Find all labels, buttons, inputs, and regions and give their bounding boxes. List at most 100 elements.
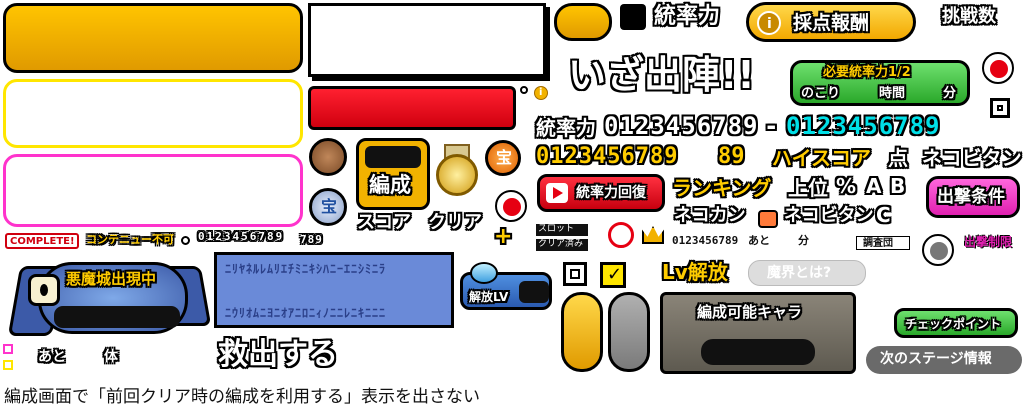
sortie-condition-button[interactable]: 出撃条件	[926, 176, 1020, 218]
points-label: 点	[888, 146, 908, 170]
red-dot-icon-1	[495, 190, 527, 222]
gold-pill-button[interactable]	[554, 3, 612, 41]
red-panel	[308, 86, 516, 130]
ranking-label: ランキング	[672, 176, 772, 200]
what-is-demon-world-button[interactable]: 魔界とは?	[748, 260, 866, 286]
yellow-border-panel	[3, 79, 303, 148]
small-digit-strip: 0123456789	[198, 230, 285, 243]
required-power-label: 必要統率力1/2	[823, 65, 911, 80]
clear-label: クリア	[428, 212, 482, 233]
percent-label: %	[836, 174, 857, 198]
score-label: スコア	[357, 212, 411, 233]
digits-789: 789	[300, 233, 323, 246]
body-unit-label: 体	[104, 349, 118, 365]
sortie-condition-label: 出撃条件	[937, 187, 1005, 207]
command-power-recovery-button[interactable]: 統率力回復	[537, 174, 665, 212]
command-power-label-2: 統率力	[536, 116, 596, 140]
digits-yellow-89: 89	[718, 144, 745, 169]
remaining-body-label: あと	[38, 349, 66, 365]
remaining-short-label: あと	[748, 234, 770, 247]
formable-chara-label: 編成可能キャラ	[697, 303, 803, 321]
top-label: 上位	[788, 176, 828, 200]
dash: -	[764, 112, 779, 140]
digits-cyan: 0123456789	[786, 112, 941, 140]
small-white-dot	[181, 236, 190, 245]
command-power-title: 統率力	[654, 4, 721, 29]
info-icon: i	[757, 11, 781, 35]
complete-badge: COMPLETE!	[5, 233, 79, 249]
checkbox-empty[interactable]	[563, 262, 587, 286]
info-icon-tiny: i	[534, 86, 548, 100]
neko-vitan-label: ネコビタン	[922, 146, 1022, 170]
neko-vitan-label-2: ネコビタン	[784, 205, 874, 226]
digits-yellow: 0123456789	[536, 144, 679, 169]
minute-short-label: 分	[798, 234, 809, 247]
rank-a-label: A	[866, 174, 882, 198]
demon-castle-banner: 悪魔城出現中	[7, 258, 212, 338]
checkbox-checked[interactable]: ✓	[600, 262, 626, 288]
pixel-text-row-2: ﾆｳﾘｵﾑﾆﾖﾆｵｱﾆﾛﾆｨﾉﾆﾆﾚﾆｷﾆﾆﾆ	[225, 306, 387, 320]
unlock-lv-value-box	[519, 281, 549, 303]
gold-toggle[interactable]	[561, 292, 603, 372]
minutes-label: 分	[943, 86, 957, 101]
black-square	[620, 4, 646, 30]
white-shadow-panel	[308, 3, 546, 77]
unlock-lv-label: 解放LV	[469, 290, 509, 304]
paw-icon	[608, 222, 634, 248]
formation-button[interactable]: 編成	[356, 138, 430, 210]
formable-chara-value-box	[701, 339, 815, 365]
checkpoint-label: チェックポイント	[905, 317, 1002, 331]
yellow-square-small	[3, 360, 13, 370]
time-label: 時間	[879, 86, 906, 101]
checkmark-icon: ✓	[607, 264, 623, 285]
challenge-count-label: 挑戦数	[942, 6, 996, 27]
sortie-limit-label: 出撃制限	[964, 235, 1013, 249]
investigation-team-tag: 調査団	[856, 236, 910, 250]
required-power-bubble: 必要統率力1/2 のこり 時間 分	[790, 60, 970, 106]
remaining-label: のこり	[801, 86, 841, 101]
orange-treasure-icon: 宝	[485, 140, 521, 176]
rank-c-label: C	[876, 203, 891, 227]
formable-chara-panel: 編成可能キャラ	[660, 292, 856, 374]
bronze-medal-icon	[309, 138, 347, 176]
crystal-icon	[470, 262, 498, 284]
crown-icon	[642, 226, 664, 244]
nekokan-label: ネコカン	[674, 205, 746, 226]
checkpoint-bubble: チェックポイント	[894, 308, 1018, 338]
plus-icon[interactable]: +	[494, 226, 512, 248]
can-icon	[758, 210, 778, 228]
formation-label: 編成	[369, 173, 411, 197]
demon-castle-label: 悪魔城出現中	[66, 270, 157, 288]
formation-dark-box	[365, 146, 421, 168]
lv-unlock-label: Lv解放	[662, 260, 728, 284]
complete-label: COMPLETE!	[10, 236, 75, 247]
gray-toggle[interactable]	[608, 292, 650, 372]
pixel-text-panel: ﾆﾘﾔﾈﾙﾚﾑﾘｴﾁﾐﾆｷｼﾊﾆｰｴﾆｼﾐﾆﾗ ﾆｳﾘｵﾑﾆﾖﾆｵｱﾆﾛﾆｨﾉﾆ…	[214, 252, 454, 328]
square-outline-icon-1	[990, 98, 1010, 118]
reward-button[interactable]: i 採点報酬	[746, 2, 916, 42]
next-stage-info-label: 次のステージ情報	[880, 351, 992, 367]
eye-icon	[28, 274, 60, 306]
bottom-option-text: 編成画面で「前回クリア時の編成を利用する」表示を出さない	[4, 387, 480, 407]
no-continue-label: コンテニュー不可	[86, 233, 174, 246]
recovery-label: 統率力回復	[576, 185, 646, 201]
magenta-square-small	[3, 344, 13, 354]
silver-treasure-icon: 宝	[309, 188, 347, 226]
reward-label: 採点報酬	[793, 12, 870, 34]
rescue-label[interactable]: 救出する	[218, 340, 338, 370]
gold-medal-icon	[436, 144, 478, 196]
red-dot-icon-2	[982, 52, 1014, 84]
clear-done-tag: クリア済み	[536, 239, 588, 251]
magenta-border-panel	[3, 154, 303, 227]
slot-tag: スロット	[536, 224, 588, 236]
gold-panel	[3, 3, 303, 73]
pixel-text-row-1: ﾆﾘﾔﾈﾙﾚﾑﾘｴﾁﾐﾆｷｼﾊﾆｰｴﾆｼﾐﾆﾗ	[225, 262, 387, 276]
digits-white: 0123456789	[604, 112, 759, 140]
go-to-battle-title: いざ出陣!!	[568, 53, 755, 97]
next-stage-info-button[interactable]: 次のステージ情報	[866, 346, 1022, 374]
white-circle-tiny	[520, 86, 528, 94]
demon-castle-value-box	[54, 306, 180, 328]
rank-b-label: B	[890, 174, 906, 198]
small-digit-row: 0123456789	[672, 234, 739, 247]
gray-dot-icon	[922, 234, 954, 266]
